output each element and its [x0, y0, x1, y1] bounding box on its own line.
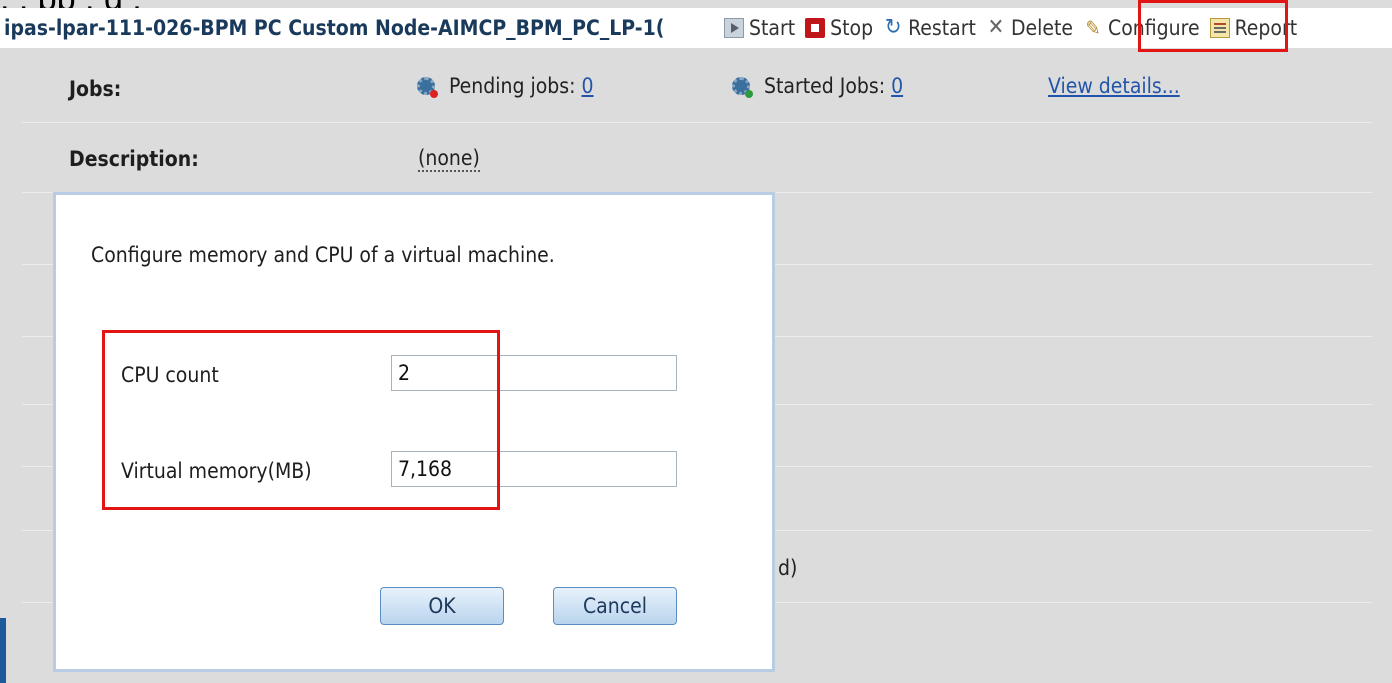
started-jobs-count-link[interactable]: 0 — [891, 74, 903, 98]
pending-jobs: Pending jobs: 0 — [417, 74, 594, 98]
fields-highlight-box — [102, 330, 500, 510]
start-label: Start — [749, 16, 796, 40]
view-details: View details... — [1048, 74, 1180, 98]
configure-dialog: Configure memory and CPU of a virtual ma… — [53, 192, 775, 672]
play-icon — [724, 18, 744, 38]
page: , , pp , g , ipas-lpar-111-026-BPM PC Cu… — [0, 0, 1392, 683]
started-jobs-label: Started Jobs: — [764, 74, 886, 98]
started-jobs-icon — [732, 77, 753, 98]
delete-icon: ✕ — [987, 15, 1005, 40]
configure-highlight-box — [1138, 0, 1288, 52]
description-value-field: (none) — [418, 146, 480, 172]
jobs-row: Jobs: Pending jobs: 0 Started Jobs: 0 Vi… — [22, 52, 1372, 123]
description-row: Description: (none) — [22, 122, 1372, 193]
pending-jobs-label: Pending jobs: — [449, 74, 576, 98]
start-button[interactable]: Start — [724, 16, 795, 40]
description-label: Description: — [69, 147, 199, 171]
vm-title: ipas-lpar-111-026-BPM PC Custom Node-AIM… — [4, 16, 665, 40]
jobs-label: Jobs: — [69, 77, 122, 101]
delete-label: Delete — [1010, 16, 1074, 40]
stop-icon — [805, 18, 826, 38]
stop-label: Stop — [830, 16, 874, 40]
pencil-icon: ✎ — [1085, 16, 1101, 40]
ok-button[interactable]: OK — [380, 587, 504, 625]
restart-label: Restart — [908, 16, 976, 40]
cancel-button[interactable]: Cancel — [553, 587, 677, 625]
pending-jobs-count-link[interactable]: 0 — [581, 74, 593, 98]
view-details-link[interactable]: View details... — [1048, 74, 1180, 98]
restart-icon: ↻ — [884, 15, 902, 40]
background-trailing-text: d) — [778, 556, 798, 580]
dialog-description: Configure memory and CPU of a virtual ma… — [91, 243, 555, 267]
restart-button[interactable]: ↻ Restart — [883, 16, 976, 40]
pending-jobs-icon — [417, 77, 438, 98]
delete-button[interactable]: ✕ Delete — [986, 16, 1073, 40]
stop-button[interactable]: Stop — [805, 16, 873, 40]
started-jobs: Started Jobs: 0 — [732, 74, 903, 98]
left-edge-decoration — [0, 618, 6, 683]
description-value[interactable]: (none) — [418, 146, 480, 172]
